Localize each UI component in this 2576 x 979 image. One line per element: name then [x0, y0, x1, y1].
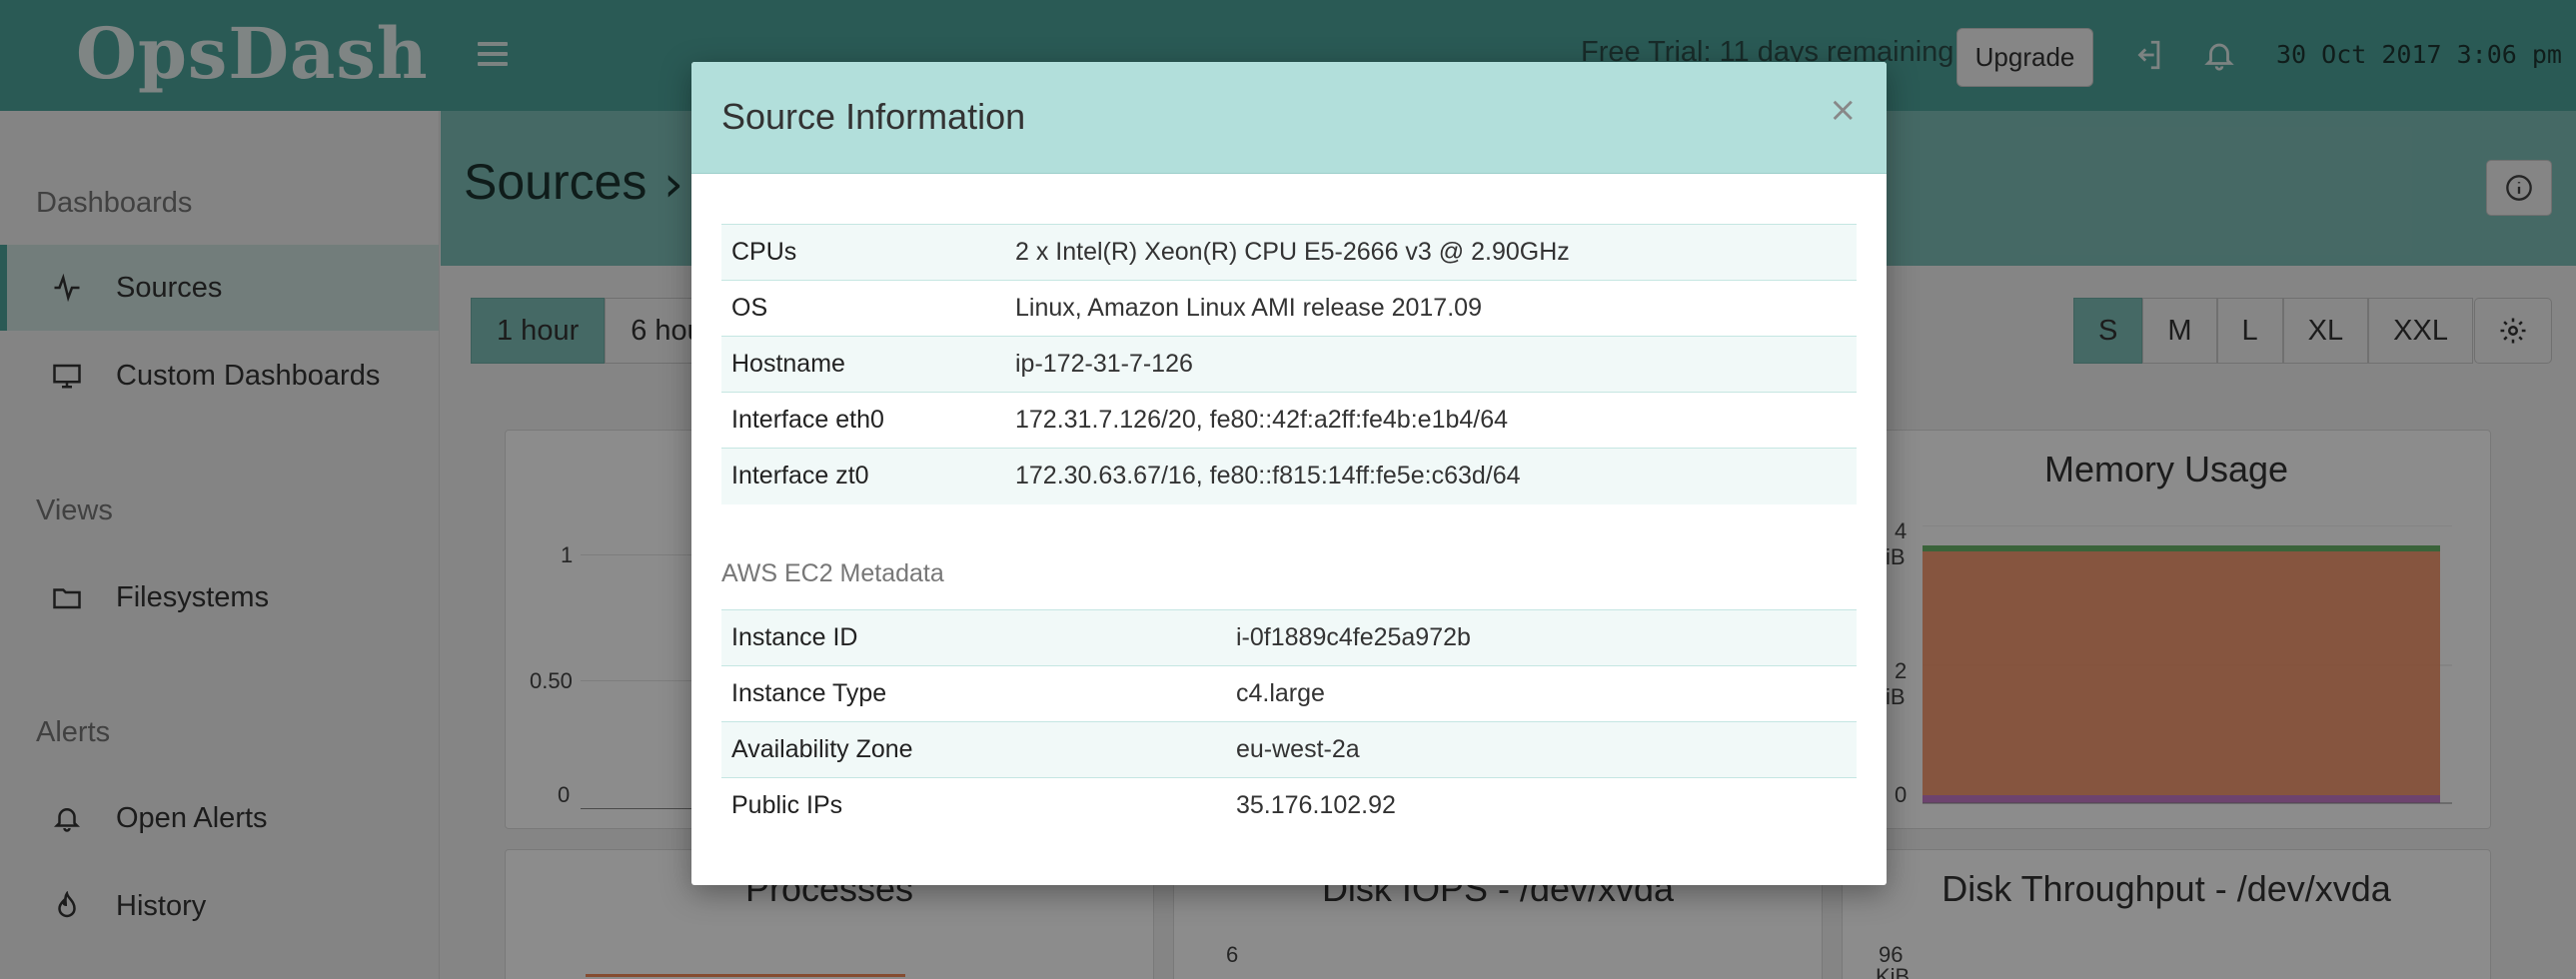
table-row: Hostname ip-172-31-7-126 — [721, 336, 1857, 393]
table-row: Interface eth0 172.31.7.126/20, fe80::42… — [721, 392, 1857, 449]
row-key: Hostname — [721, 336, 1005, 393]
row-value: ip-172-31-7-126 — [1005, 336, 1857, 393]
row-key: Availability Zone — [721, 721, 1226, 778]
table-row: Public IPs 35.176.102.92 — [721, 777, 1857, 834]
table-row: CPUs 2 x Intel(R) Xeon(R) CPU E5-2666 v3… — [721, 224, 1857, 281]
table-row: Interface zt0 172.30.63.67/16, fe80::f81… — [721, 448, 1857, 504]
row-value: c4.large — [1226, 665, 1857, 722]
row-value: 2 x Intel(R) Xeon(R) CPU E5-2666 v3 @ 2.… — [1005, 224, 1857, 281]
system-info-table: CPUs 2 x Intel(R) Xeon(R) CPU E5-2666 v3… — [721, 224, 1857, 504]
close-icon[interactable]: × — [1829, 90, 1858, 130]
row-key: Interface eth0 — [721, 392, 1005, 449]
aws-section-label: AWS EC2 Metadata — [721, 559, 944, 587]
row-key: OS — [721, 280, 1005, 337]
row-key: CPUs — [721, 224, 1005, 281]
row-value: 172.30.63.67/16, fe80::f815:14ff:fe5e:c6… — [1005, 448, 1857, 504]
row-value: eu-west-2a — [1226, 721, 1857, 778]
source-info-modal: Source Information × CPUs 2 x Intel(R) X… — [691, 62, 1887, 885]
table-row: OS Linux, Amazon Linux AMI release 2017.… — [721, 280, 1857, 337]
row-value: 35.176.102.92 — [1226, 777, 1857, 834]
modal-header: Source Information × — [691, 62, 1887, 174]
row-value: i-0f1889c4fe25a972b — [1226, 609, 1857, 666]
table-row: Instance Type c4.large — [721, 665, 1857, 722]
modal-title: Source Information — [721, 96, 1026, 137]
aws-metadata-table: Instance ID i-0f1889c4fe25a972b Instance… — [721, 609, 1857, 834]
row-value: 172.31.7.126/20, fe80::42f:a2ff:fe4b:e1b… — [1005, 392, 1857, 449]
row-key: Instance ID — [721, 609, 1226, 666]
table-row: Availability Zone eu-west-2a — [721, 721, 1857, 778]
row-value: Linux, Amazon Linux AMI release 2017.09 — [1005, 280, 1857, 337]
row-key: Instance Type — [721, 665, 1226, 722]
row-key: Public IPs — [721, 777, 1226, 834]
table-row: Instance ID i-0f1889c4fe25a972b — [721, 609, 1857, 666]
row-key: Interface zt0 — [721, 448, 1005, 504]
